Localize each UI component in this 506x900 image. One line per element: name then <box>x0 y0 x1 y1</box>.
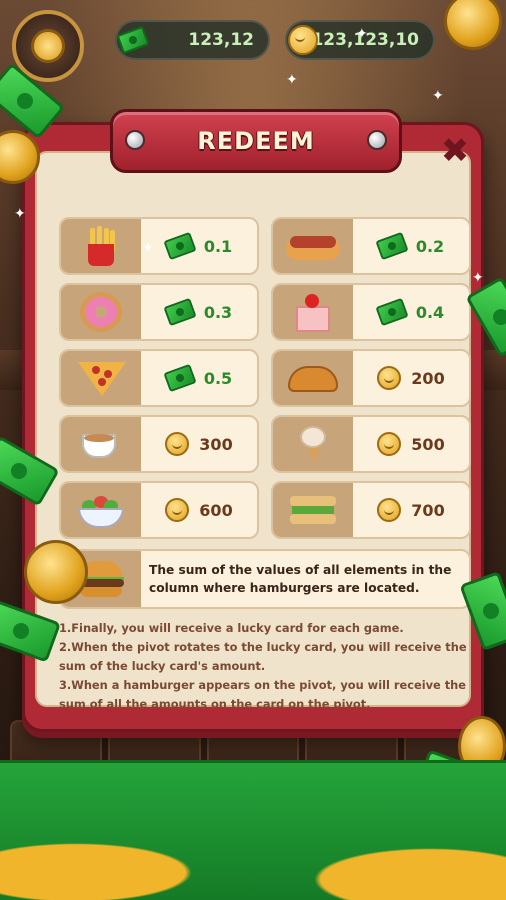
hotdog-icon <box>273 219 353 273</box>
redeem-value: 0.1 <box>141 219 257 273</box>
rivet-icon <box>125 130 145 150</box>
avatar-coin-icon <box>31 29 65 63</box>
redeem-item-cake: 0.4 <box>271 283 471 341</box>
redeem-amount: 700 <box>411 500 445 520</box>
redeem-amount: 500 <box>411 434 445 454</box>
ice-cream-icon <box>273 417 353 471</box>
redeem-item-pizza: 0.5 <box>59 349 259 407</box>
redeem-amount: 0.3 <box>203 302 233 322</box>
sparkle-icon: ✦ <box>142 240 154 256</box>
redeem-item-donut: 0.3 <box>59 283 259 341</box>
redeem-panel: 0.1 0.2 0.3 0.4 0.5 200 300 500 600 700 … <box>35 151 471 711</box>
rule-text: 1.Finally, you will receive a lucky card… <box>59 621 404 635</box>
redeem-amount: 300 <box>199 434 233 454</box>
redeem-amount: 600 <box>199 500 233 520</box>
redeem-value: 500 <box>353 417 469 471</box>
modal-title: REDEEM <box>197 127 315 155</box>
cash-icon <box>375 297 409 327</box>
redeem-amount: 200 <box>411 368 445 388</box>
redeem-grid: 0.1 0.2 0.3 0.4 0.5 200 300 500 600 700 <box>59 217 471 539</box>
close-button[interactable]: ✖ <box>435 131 475 171</box>
cake-icon <box>273 285 353 339</box>
cash-icon <box>375 231 409 261</box>
redeem-value: 200 <box>353 351 469 405</box>
cash-icon <box>109 16 157 64</box>
title-plate: REDEEM <box>110 109 402 173</box>
rule-text: 3.When a hamburger appears on the pivot,… <box>59 678 466 711</box>
sparkle-icon: ✦ <box>472 270 484 286</box>
coin-icon <box>165 432 190 456</box>
cash-balance-value: 123,12 <box>188 30 254 50</box>
donut-icon <box>61 285 141 339</box>
redeem-item-sandwich: 700 <box>271 481 471 539</box>
close-icon: ✖ <box>440 131 470 171</box>
redeem-value: 300 <box>141 417 257 471</box>
fries-icon <box>61 219 141 273</box>
redeem-amount: 0.2 <box>415 236 445 256</box>
coin-icon <box>377 432 402 456</box>
redeem-value: 0.4 <box>353 285 469 339</box>
pizza-icon <box>61 351 141 405</box>
hamburger-description: The sum of the values of all elements in… <box>149 563 452 595</box>
redeem-item-croissant: 200 <box>271 349 471 407</box>
cash-icon <box>163 363 197 393</box>
redeem-value: 0.2 <box>353 219 469 273</box>
top-bar: 123,12 123,123,10 <box>0 10 506 82</box>
redeem-rules: 1.Finally, you will receive a lucky card… <box>59 619 475 714</box>
redeem-value: 700 <box>353 483 469 537</box>
redeem-value: 600 <box>141 483 257 537</box>
redeem-item-fries: 0.1 <box>59 217 259 275</box>
redeem-item-hotdog: 0.2 <box>271 217 471 275</box>
redeem-item-salad: 600 <box>59 481 259 539</box>
croissant-icon <box>273 351 353 405</box>
salad-icon <box>61 483 141 537</box>
redeem-amount: 0.5 <box>203 368 233 388</box>
sparkle-icon: ✦ <box>356 26 368 42</box>
flying-coin-icon <box>24 540 88 604</box>
sparkle-icon: ✦ <box>14 206 26 222</box>
coin-icon <box>377 366 402 390</box>
rivet-icon <box>367 130 387 150</box>
redeem-value: 0.3 <box>141 285 257 339</box>
coin-icon <box>165 498 190 522</box>
cash-balance-pill[interactable]: 123,12 <box>115 20 270 60</box>
coin-icon <box>377 498 402 522</box>
coffee-icon <box>61 417 141 471</box>
rule-text: 2.When the pivot rotates to the lucky ca… <box>59 640 467 673</box>
redeem-item-icecream: 500 <box>271 415 471 473</box>
coin-icon <box>279 16 327 64</box>
sparkle-icon: ✦ <box>432 88 444 104</box>
redeem-item-hamburger: The sum of the values of all elements in… <box>59 549 471 609</box>
sparkle-icon: ✦ <box>286 72 298 88</box>
cash-icon <box>163 231 197 261</box>
redeem-amount: 0.4 <box>415 302 445 322</box>
redeem-amount: 0.1 <box>203 236 233 256</box>
sandwich-icon <box>273 483 353 537</box>
redeem-value: 0.5 <box>141 351 257 405</box>
redeem-modal: 0.1 0.2 0.3 0.4 0.5 200 300 500 600 700 … <box>22 109 484 732</box>
redeem-item-coffee: 300 <box>59 415 259 473</box>
cash-icon <box>163 297 197 327</box>
money-pile <box>0 760 506 900</box>
